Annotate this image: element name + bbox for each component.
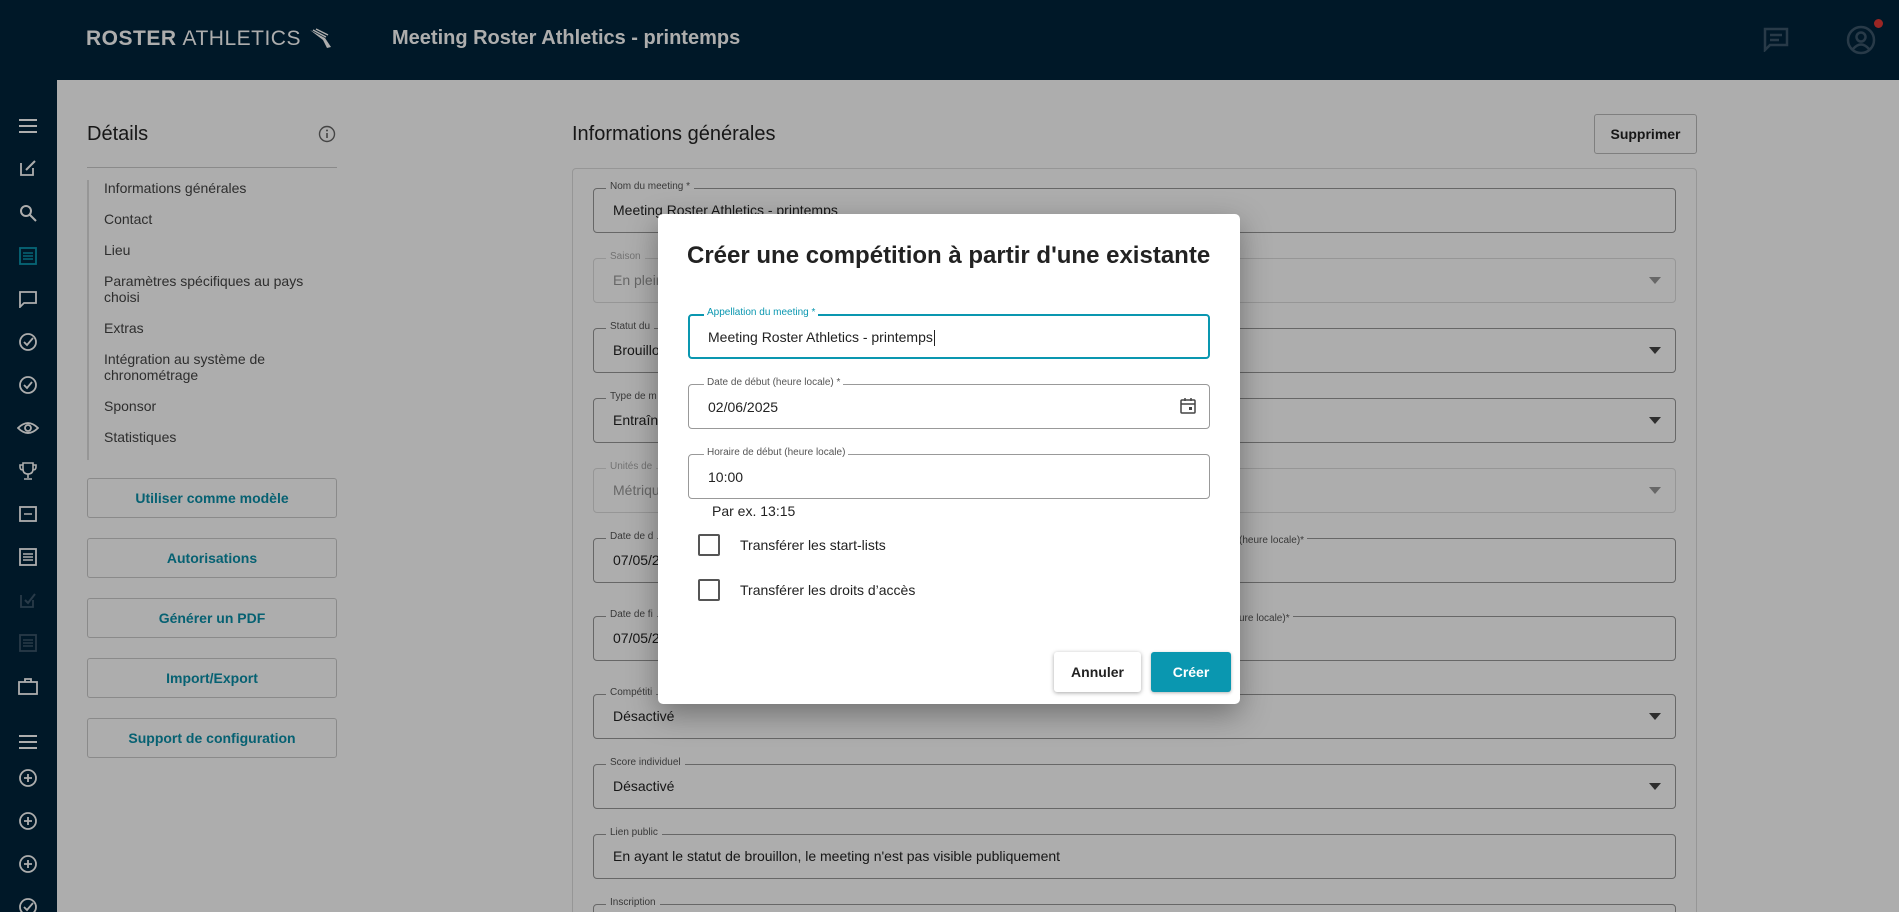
- time-hint: Par ex. 13:15: [712, 503, 796, 519]
- create-button[interactable]: Créer: [1151, 652, 1231, 692]
- transfer-startlists-checkbox[interactable]: [698, 534, 720, 556]
- meeting-appellation-input[interactable]: Appellation du meeting * Meeting Roster …: [688, 307, 1210, 359]
- transfer-access-rights-checkbox[interactable]: [698, 579, 720, 601]
- start-date-input[interactable]: Date de début (heure locale) * 02/06/202…: [688, 377, 1210, 429]
- text-cursor: [933, 330, 935, 347]
- create-from-existing-dialog: Créer une compétition à partir d'une exi…: [658, 214, 1240, 704]
- field-label: Appellation du meeting *: [704, 307, 819, 318]
- cancel-button[interactable]: Annuler: [1054, 652, 1141, 692]
- transfer-startlists-option[interactable]: Transférer les start-lists: [698, 534, 886, 556]
- checkbox-label: Transférer les start-lists: [740, 537, 886, 553]
- field-label: Date de début (heure locale) *: [704, 377, 844, 388]
- field-value: 10:00: [708, 469, 744, 485]
- field-value: 02/06/2025: [708, 399, 779, 415]
- field-value: Meeting Roster Athletics - printemps: [708, 329, 935, 347]
- transfer-access-rights-option[interactable]: Transférer les droits d’accès: [698, 579, 915, 601]
- start-time-input[interactable]: Horaire de début (heure locale) 10:00: [688, 447, 1210, 499]
- checkbox-label: Transférer les droits d’accès: [740, 582, 916, 598]
- field-label: Horaire de début (heure locale): [704, 447, 849, 458]
- input-text: Meeting Roster Athletics - printemps: [708, 329, 933, 345]
- dialog-title: Créer une compétition à partir d'une exi…: [687, 242, 1211, 269]
- calendar-icon[interactable]: [1179, 397, 1197, 415]
